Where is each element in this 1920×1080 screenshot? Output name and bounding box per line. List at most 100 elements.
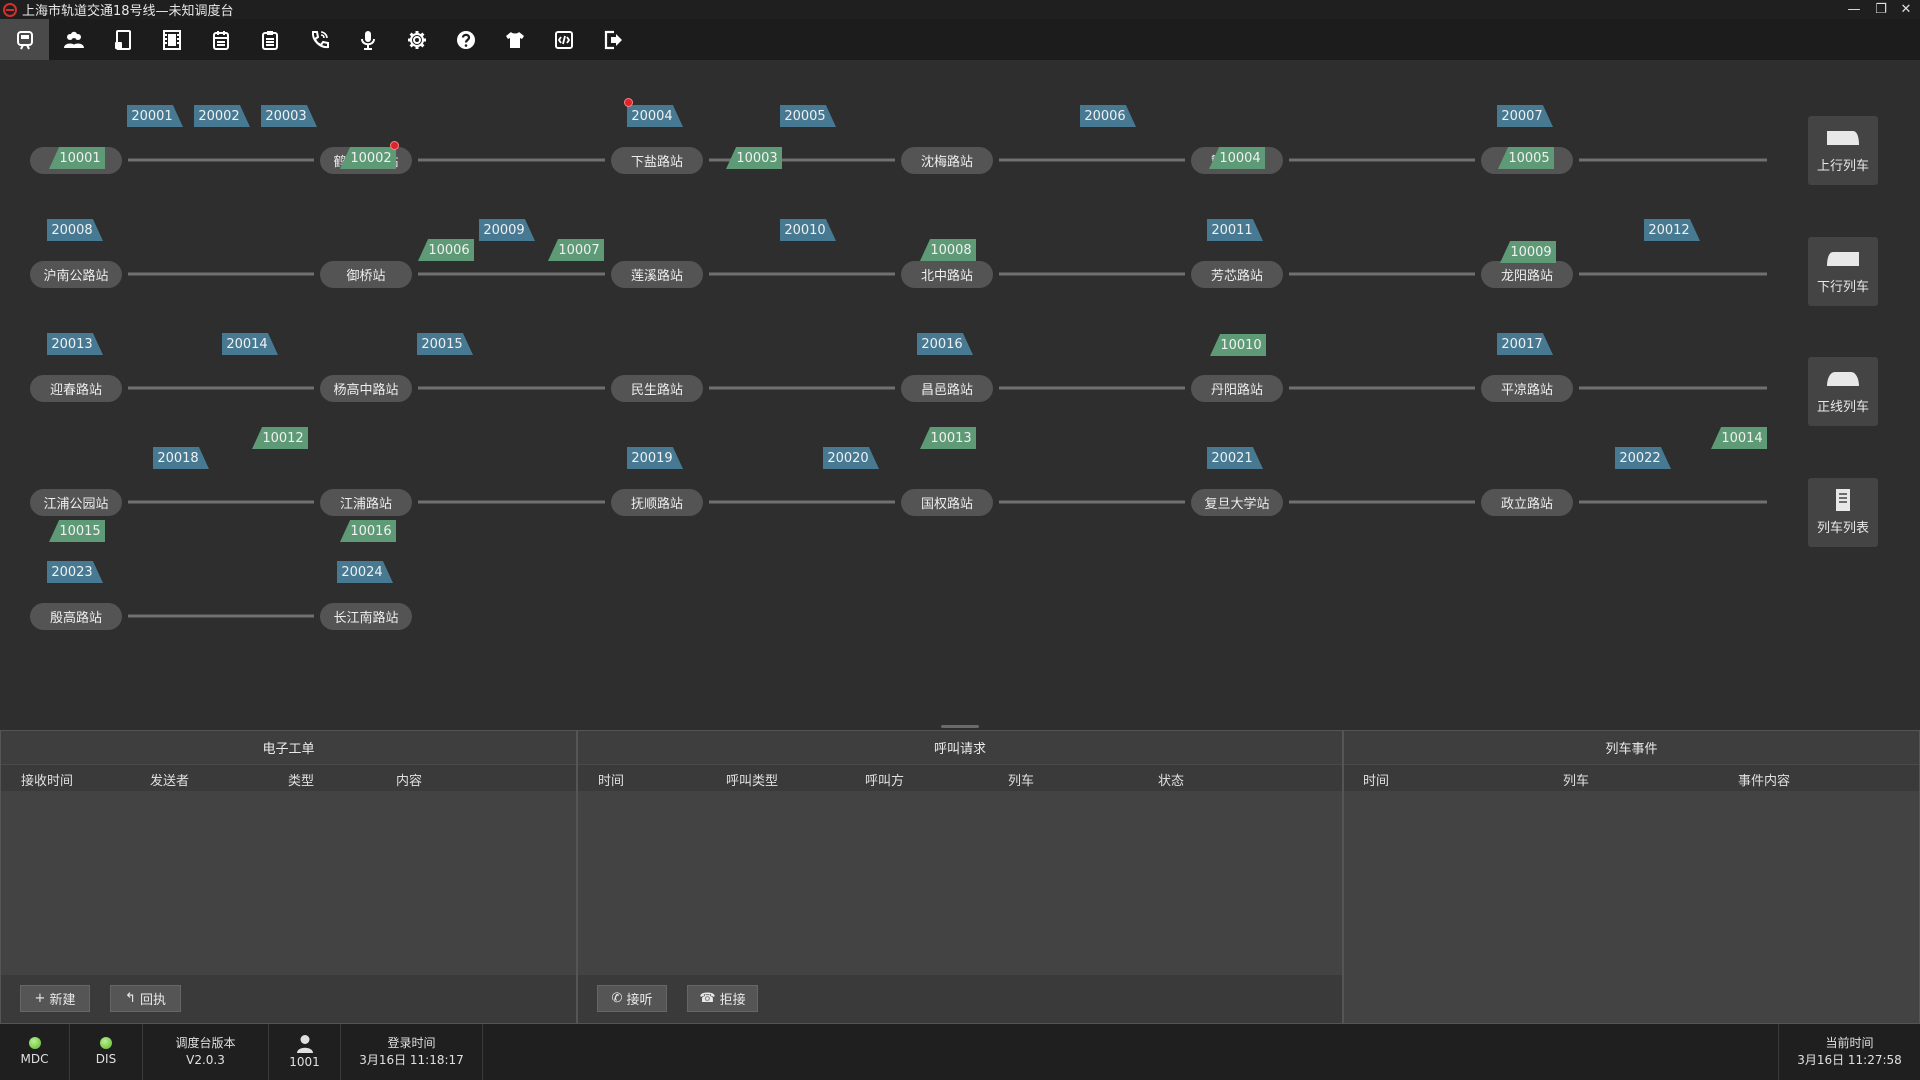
station[interactable]: 沪南公路站 bbox=[30, 261, 122, 288]
station[interactable]: 丹阳路站 bbox=[1191, 375, 1283, 402]
column-train[interactable]: 列车 bbox=[1563, 770, 1589, 789]
station[interactable]: 政立路站 bbox=[1481, 489, 1573, 516]
panel-splitter[interactable] bbox=[0, 720, 1920, 730]
new-order-button[interactable]: + 新建 bbox=[20, 985, 90, 1012]
mainline-train-icon bbox=[1827, 372, 1859, 386]
minimize-button[interactable]: — bbox=[1843, 0, 1865, 19]
station[interactable]: 民生路站 bbox=[611, 375, 703, 402]
close-button[interactable]: ✕ bbox=[1895, 0, 1917, 19]
settings-button[interactable] bbox=[392, 19, 441, 60]
up-train-icon bbox=[1827, 131, 1859, 145]
phone-reject-icon: ☎ bbox=[699, 991, 716, 1006]
shirt-icon bbox=[505, 31, 524, 48]
phone-call-button[interactable] bbox=[294, 19, 343, 60]
down-train-icon bbox=[1827, 252, 1859, 266]
clipboard-list-button[interactable] bbox=[245, 19, 294, 60]
login-time: 3月16日 11:18:17 bbox=[359, 1053, 464, 1067]
dis-label: DIS bbox=[95, 1051, 117, 1066]
reject-label: 拒接 bbox=[719, 993, 746, 1008]
station[interactable]: 御桥站 bbox=[320, 261, 412, 288]
reject-call-button[interactable]: ☎ 拒接 bbox=[687, 985, 758, 1012]
receipt-label: 回执 bbox=[139, 993, 166, 1008]
station[interactable]: 平凉路站 bbox=[1481, 375, 1573, 402]
station[interactable]: 殷高路站 bbox=[30, 603, 122, 630]
code-window-button[interactable] bbox=[539, 19, 588, 60]
alarm-indicator-icon[interactable] bbox=[390, 141, 399, 150]
station[interactable]: 抚顺路站 bbox=[611, 489, 703, 516]
mainline-train-button[interactable]: 正线列车 bbox=[1808, 357, 1878, 426]
user-id: 1001 bbox=[289, 1054, 320, 1069]
code-window-icon bbox=[554, 30, 573, 49]
help-button[interactable] bbox=[441, 19, 490, 60]
station[interactable]: 下盐路站 bbox=[611, 147, 703, 174]
settings-icon bbox=[407, 30, 426, 49]
station[interactable]: 长江南路站 bbox=[320, 603, 412, 630]
work-orders-panel: 电子工单 接收时间 发送者 类型 内容 + 新建 ↰ 回执 bbox=[0, 730, 577, 1024]
film-button[interactable] bbox=[147, 19, 196, 60]
logout-button[interactable] bbox=[588, 19, 637, 60]
column-type[interactable]: 类型 bbox=[288, 770, 314, 789]
phone-answer-icon: ✆ bbox=[611, 991, 623, 1006]
status-bar: MDC DIS 调度台版本 V2.0.3 1001 登录时间 3月16日 11:… bbox=[0, 1024, 1920, 1080]
dis-status: DIS bbox=[70, 1024, 143, 1080]
document-phone-button[interactable] bbox=[98, 19, 147, 60]
current-time-label: 当前时间 bbox=[1825, 1036, 1874, 1050]
station[interactable]: 龙阳路站 bbox=[1481, 261, 1573, 288]
station[interactable]: 迎春路站 bbox=[30, 375, 122, 402]
column-status[interactable]: 状态 bbox=[1158, 770, 1184, 789]
station[interactable]: 杨高中路站 bbox=[320, 375, 412, 402]
station[interactable]: 复旦大学站 bbox=[1191, 489, 1283, 516]
column-call-type[interactable]: 呼叫类型 bbox=[726, 770, 778, 789]
train-monitor-button[interactable] bbox=[0, 19, 49, 60]
shirt-button[interactable] bbox=[490, 19, 539, 60]
mdc-label: MDC bbox=[20, 1051, 49, 1066]
column-receive-time[interactable]: 接收时间 bbox=[21, 770, 73, 789]
column-time[interactable]: 时间 bbox=[1363, 770, 1389, 789]
film-icon bbox=[162, 29, 181, 50]
alarm-indicator-icon[interactable] bbox=[624, 98, 633, 107]
column-header: 时间 呼叫类型 呼叫方 列车 状态 bbox=[578, 765, 1342, 791]
phone-call-icon bbox=[311, 30, 329, 48]
station[interactable]: 昌邑路站 bbox=[901, 375, 993, 402]
column-sender[interactable]: 发送者 bbox=[150, 770, 189, 789]
microphone-button[interactable] bbox=[343, 19, 392, 60]
side-button-label: 正线列车 bbox=[1816, 400, 1869, 415]
train-list-button[interactable]: 列车列表 bbox=[1808, 478, 1878, 547]
train-events-panel: 列车事件 时间 列车 事件内容 bbox=[1343, 730, 1920, 1024]
column-train[interactable]: 列车 bbox=[1008, 770, 1034, 789]
answer-label: 接听 bbox=[626, 993, 653, 1008]
clipboard-list-icon bbox=[261, 30, 278, 50]
plus-icon: + bbox=[34, 991, 46, 1006]
column-event-content[interactable]: 事件内容 bbox=[1738, 770, 1790, 789]
answer-call-button[interactable]: ✆ 接听 bbox=[597, 985, 667, 1012]
column-caller[interactable]: 呼叫方 bbox=[865, 770, 904, 789]
login-label: 登录时间 bbox=[387, 1036, 436, 1050]
train-events-list[interactable] bbox=[1344, 791, 1919, 1023]
users-group-button[interactable] bbox=[49, 19, 98, 60]
panel-title: 列车事件 bbox=[1344, 731, 1919, 765]
splitter-handle[interactable] bbox=[941, 725, 979, 728]
station[interactable]: 江浦路站 bbox=[320, 489, 412, 516]
up-train-button[interactable]: 上行列车 bbox=[1808, 116, 1878, 185]
title-bar: 上海市轨道交通18号线—未知调度台 — ❐ ✕ bbox=[0, 0, 1920, 19]
receipt-button[interactable]: ↰ 回执 bbox=[110, 985, 181, 1012]
station[interactable]: 北中路站 bbox=[901, 261, 993, 288]
station[interactable]: 莲溪路站 bbox=[611, 261, 703, 288]
station[interactable]: 芳芯路站 bbox=[1191, 261, 1283, 288]
microphone-icon bbox=[360, 30, 375, 50]
call-requests-panel: 呼叫请求 时间 呼叫类型 呼叫方 列车 状态 ✆ 接听 ☎ 拒接 bbox=[577, 730, 1343, 1024]
station[interactable]: 江浦公园站 bbox=[30, 489, 122, 516]
train-list-icon bbox=[1836, 489, 1850, 511]
down-train-button[interactable]: 下行列车 bbox=[1808, 237, 1878, 306]
reply-icon: ↰ bbox=[125, 991, 136, 1006]
train-monitor-icon bbox=[16, 30, 33, 49]
column-content[interactable]: 内容 bbox=[396, 770, 422, 789]
current-time: 3月16日 11:27:58 bbox=[1797, 1053, 1902, 1067]
station[interactable]: 沈梅路站 bbox=[901, 147, 993, 174]
restore-button[interactable]: ❐ bbox=[1870, 0, 1892, 19]
station[interactable]: 国权路站 bbox=[901, 489, 993, 516]
calendar-button[interactable] bbox=[196, 19, 245, 60]
bottom-panels: 电子工单 接收时间 发送者 类型 内容 + 新建 ↰ 回执 呼叫请求 时间 呼叫… bbox=[0, 730, 1920, 1024]
column-time[interactable]: 时间 bbox=[598, 770, 624, 789]
mdc-status-led-icon bbox=[28, 1036, 41, 1049]
